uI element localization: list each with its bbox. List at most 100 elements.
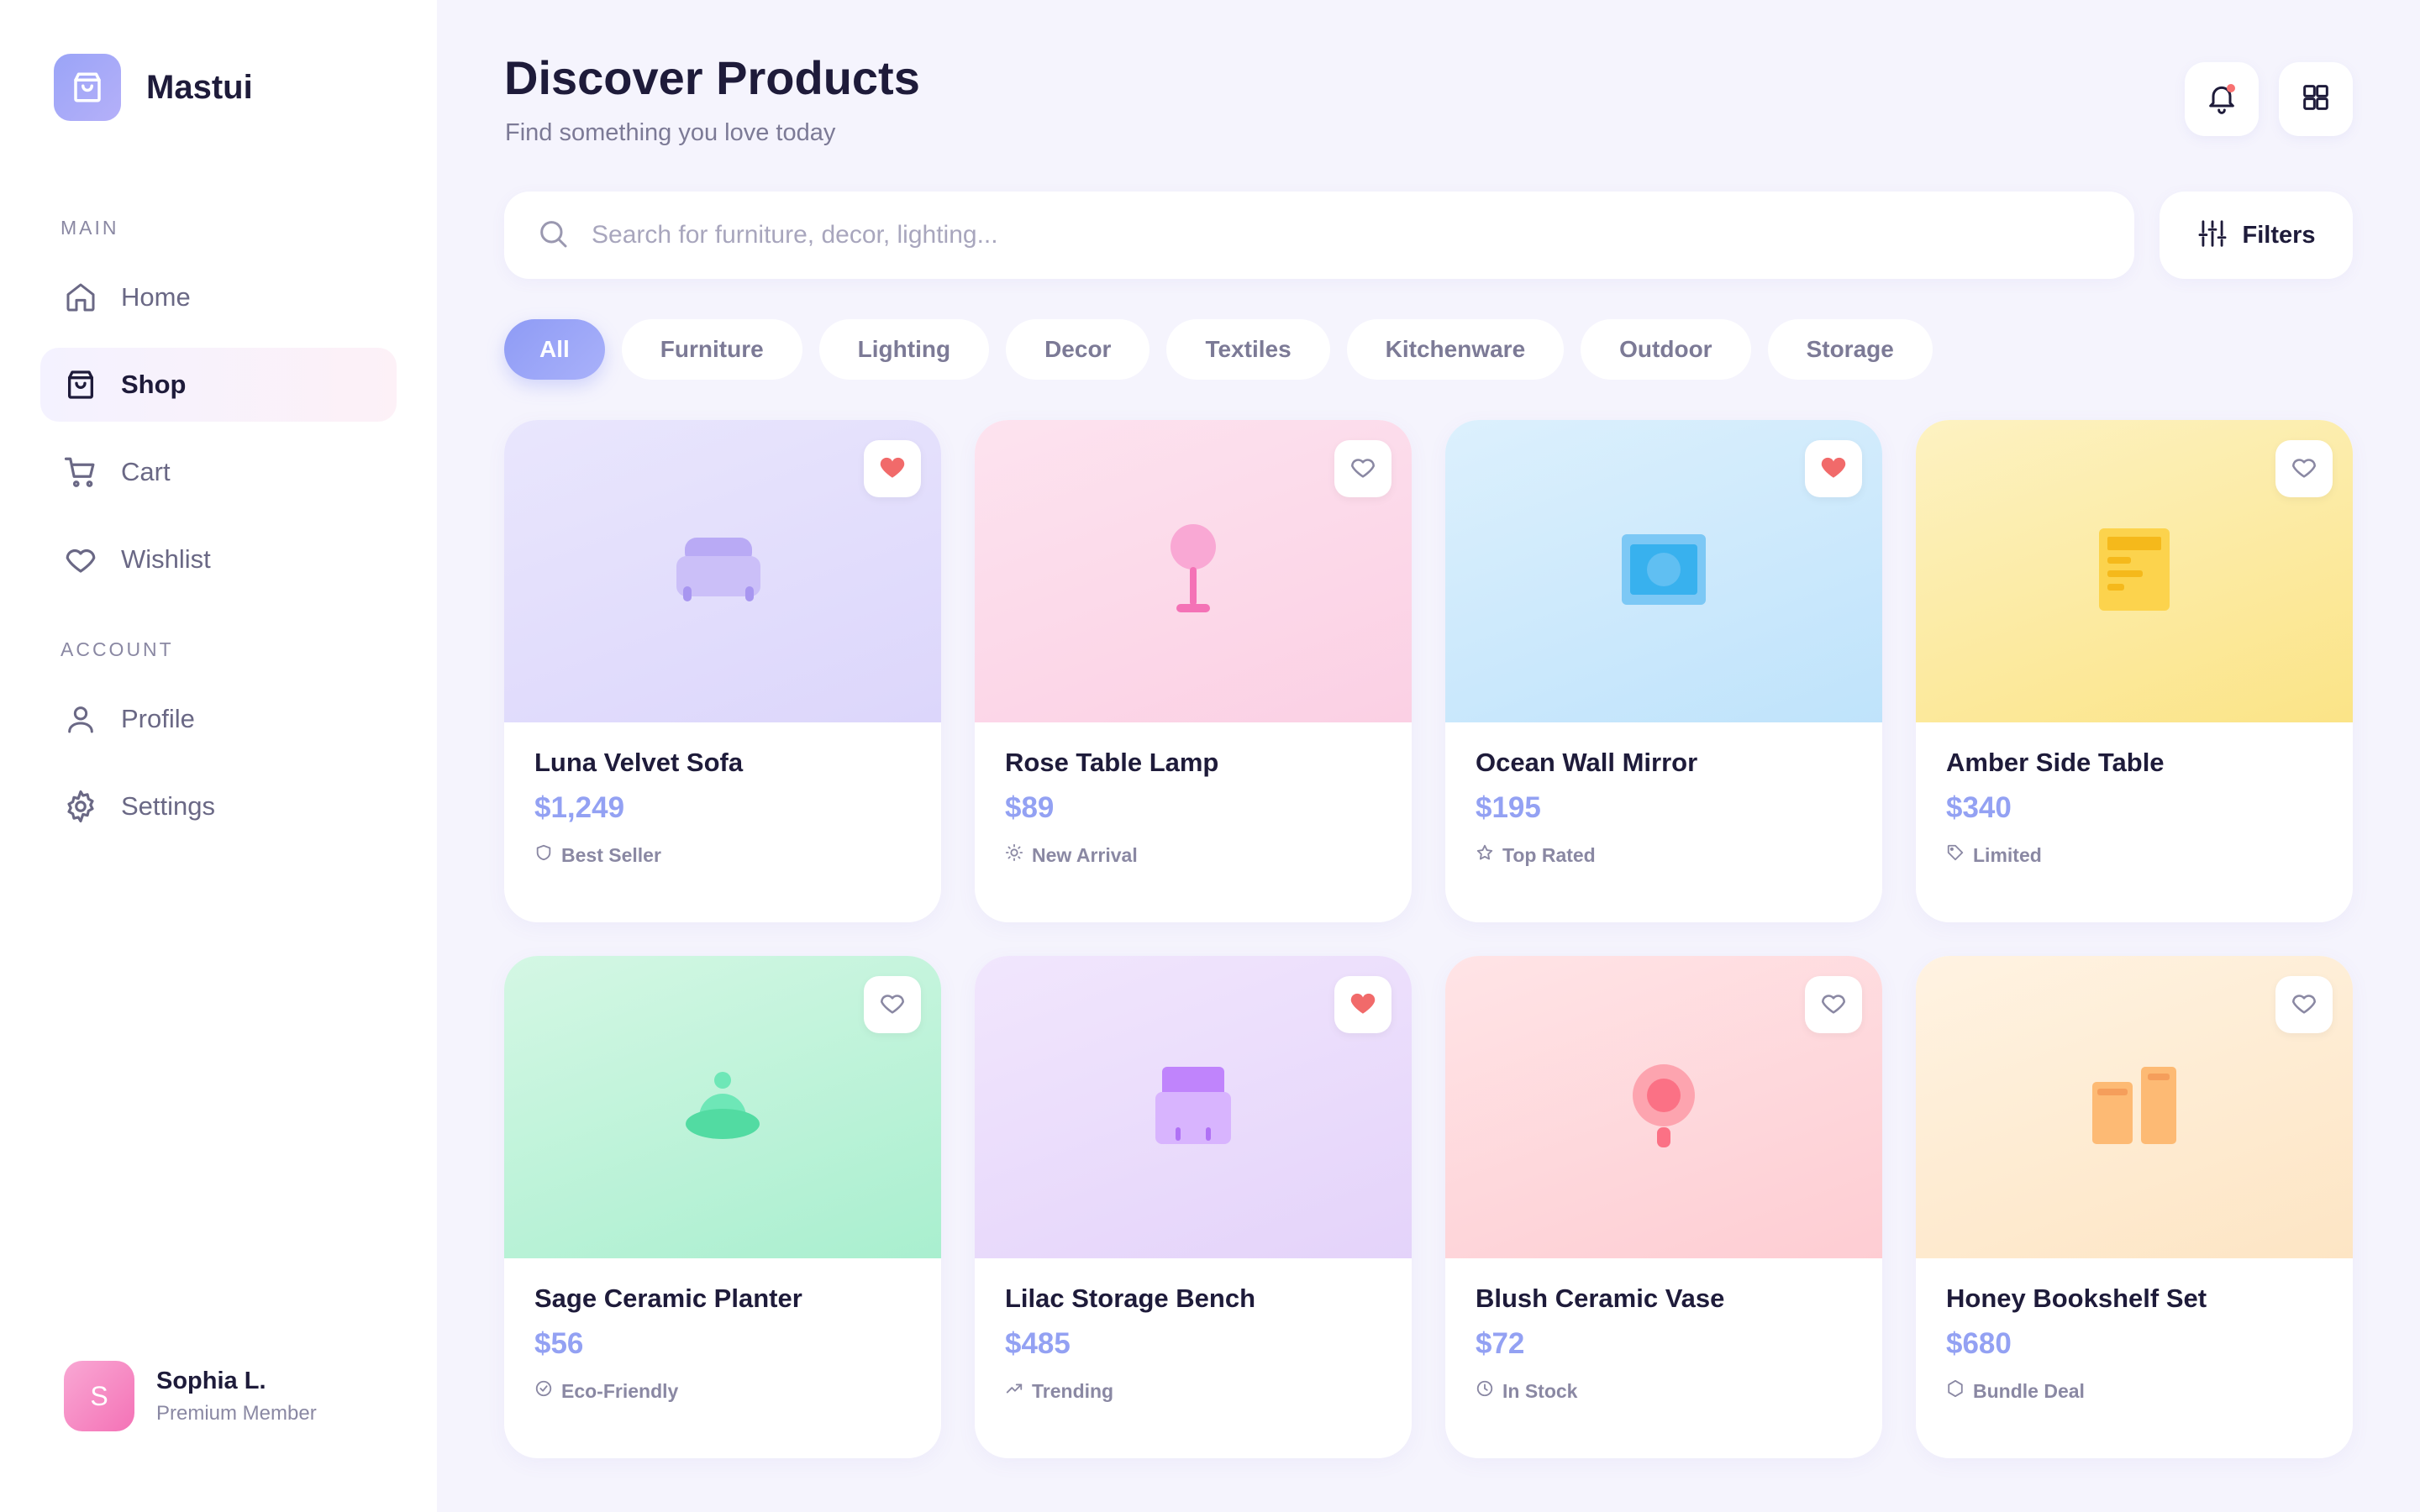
product-badge-label: In Stock (1502, 1379, 1578, 1402)
product-name: Ocean Wall Mirror (1476, 748, 1698, 777)
product-badge-label: Limited (1973, 843, 2042, 866)
app-name: Mastui (146, 68, 253, 106)
sun-icon (1005, 843, 1032, 867)
product-name: Lilac Storage Bench (1005, 1284, 1256, 1313)
section-label-account: ACCOUNT (60, 638, 174, 660)
favorite-button[interactable] (1334, 440, 1392, 497)
product-card-ocean-wall-mirror[interactable]: Ocean Wall Mirror $195 Top Rated (1445, 420, 1882, 922)
sidebar-item-cart[interactable]: Cart (40, 435, 397, 509)
product-image (1916, 956, 2353, 1258)
product-price: $56 (534, 1327, 584, 1360)
search-input[interactable] (592, 221, 2020, 249)
product-name: Sage Ceramic Planter (534, 1284, 802, 1313)
user-role: Premium Member (156, 1401, 317, 1425)
product-name: Honey Bookshelf Set (1946, 1284, 2207, 1313)
shopping-bag-icon (62, 366, 99, 403)
product-name: Blush Ceramic Vase (1476, 1284, 1725, 1313)
shopping-bag-icon (54, 54, 121, 121)
notifications-button[interactable] (2185, 62, 2259, 136)
gear-icon (62, 788, 99, 825)
user-name: Sophia L. (156, 1367, 266, 1394)
product-card-blush-ceramic-vase[interactable]: Blush Ceramic Vase $72 In Stock (1445, 956, 1882, 1458)
product-price: $485 (1005, 1327, 1071, 1360)
grid-icon (2299, 81, 2333, 118)
product-badge-label: Bundle Deal (1973, 1379, 2085, 1402)
product-price: $340 (1946, 791, 2012, 824)
product-badge: New Arrival (1005, 843, 1138, 867)
planter-icon (684, 1070, 761, 1145)
filters-button[interactable]: Filters (2160, 192, 2353, 279)
product-card-amber-side-table[interactable]: Amber Side Table $340 Limited (1916, 420, 2353, 922)
sidebar-item-label: Shop (121, 370, 187, 399)
product-name: Amber Side Table (1946, 748, 2165, 777)
tag-icon (1946, 843, 1973, 867)
product-badge-label: Best Seller (561, 843, 661, 866)
favorite-button[interactable] (1334, 976, 1392, 1033)
chip-furniture[interactable]: Furniture (621, 319, 802, 380)
product-badge: Top Rated (1476, 843, 1596, 867)
chip-lighting[interactable]: Lighting (818, 319, 990, 380)
product-image (504, 956, 941, 1258)
shield-icon (534, 843, 561, 867)
product-image (1916, 420, 2353, 722)
sidebar-item-shop[interactable]: Shop (40, 348, 397, 422)
favorite-button[interactable] (2275, 976, 2333, 1033)
product-image (975, 956, 1412, 1258)
filters-label: Filters (2242, 221, 2316, 249)
product-badge-label: Trending (1032, 1379, 1114, 1402)
product-image (504, 420, 941, 722)
heart-outline-icon (2290, 453, 2318, 486)
favorite-button[interactable] (864, 976, 921, 1033)
chip-decor[interactable]: Decor (1006, 319, 1150, 380)
product-price: $72 (1476, 1327, 1525, 1360)
user-icon (62, 701, 99, 738)
sidebar-item-label: Settings (121, 791, 216, 821)
product-price: $195 (1476, 791, 1541, 824)
grid-view-button[interactable] (2279, 62, 2353, 136)
favorite-button[interactable] (1805, 440, 1862, 497)
chip-kitchenware[interactable]: Kitchenware (1346, 319, 1565, 380)
sidebar-item-label: Profile (121, 704, 195, 733)
check-circle-icon (534, 1379, 561, 1403)
heart-icon (62, 541, 99, 578)
product-badge: Trending (1005, 1379, 1113, 1403)
product-image (1445, 420, 1882, 722)
product-card-sage-ceramic-planter[interactable]: Sage Ceramic Planter $56 Eco-Friendly (504, 956, 941, 1458)
search-bar (504, 192, 2134, 279)
sidebar-item-profile[interactable]: Profile (40, 682, 397, 756)
chip-storage[interactable]: Storage (1767, 319, 1933, 380)
product-card-honey-bookshelf-set[interactable]: Honey Bookshelf Set $680 Bundle Deal (1916, 956, 2353, 1458)
favorite-button[interactable] (2275, 440, 2333, 497)
hexagon-icon (1946, 1379, 1973, 1403)
user-profile-card[interactable]: S Sophia L. Premium Member (64, 1361, 317, 1431)
section-label-main: MAIN (60, 217, 119, 239)
sidebar-item-label: Wishlist (121, 544, 211, 574)
product-price: $89 (1005, 791, 1055, 824)
product-badge: Best Seller (534, 843, 661, 867)
favorite-button[interactable] (1805, 976, 1862, 1033)
product-price: $680 (1946, 1327, 2012, 1360)
chip-textiles[interactable]: Textiles (1166, 319, 1330, 380)
product-card-rose-table-lamp[interactable]: Rose Table Lamp $89 New Arrival (975, 420, 1412, 922)
product-card-luna-velvet-sofa[interactable]: Luna Velvet Sofa $1,249 Best Seller (504, 420, 941, 922)
sliders-icon (2196, 218, 2228, 254)
sidebar-item-home[interactable]: Home (40, 260, 397, 334)
product-image (1445, 956, 1882, 1258)
books-icon (2092, 1066, 2176, 1148)
product-badge: In Stock (1476, 1379, 1577, 1403)
chip-all[interactable]: All (504, 319, 605, 380)
notification-dot (2227, 84, 2235, 92)
chip-outdoor[interactable]: Outdoor (1581, 319, 1751, 380)
sidebar-item-label: Home (121, 282, 191, 312)
sidebar-item-wishlist[interactable]: Wishlist (40, 522, 397, 596)
product-card-lilac-storage-bench[interactable]: Lilac Storage Bench $485 Trending (975, 956, 1412, 1458)
product-badge: Eco-Friendly (534, 1379, 678, 1403)
sidebar-item-label: Cart (121, 457, 171, 486)
favorite-button[interactable] (864, 440, 921, 497)
avatar: S (64, 1361, 134, 1431)
product-image (975, 420, 1412, 722)
product-badge-label: Eco-Friendly (561, 1379, 679, 1402)
trend-up-icon (1005, 1379, 1032, 1403)
sidebar-item-settings[interactable]: Settings (40, 769, 397, 843)
logo[interactable]: Mastui (54, 54, 253, 121)
